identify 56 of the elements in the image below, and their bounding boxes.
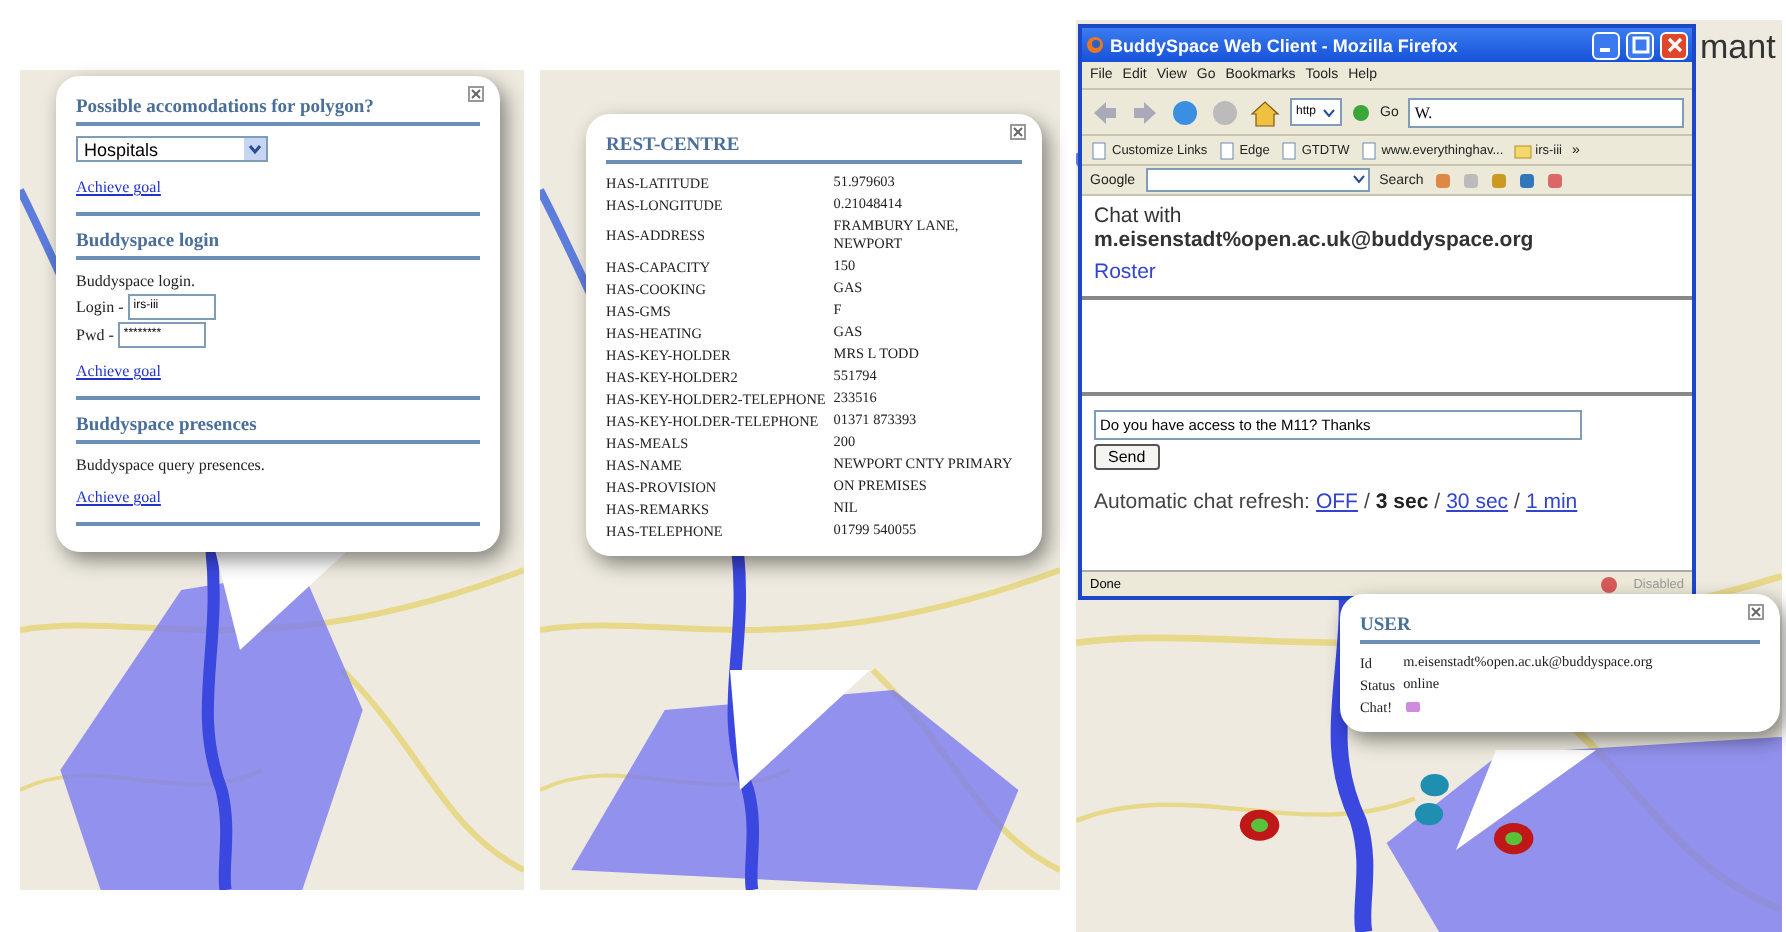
section-heading: Buddyspace presences [76,410,480,444]
page-icon [1090,141,1108,159]
google-search-field[interactable] [1145,168,1370,192]
achieve-goal-link[interactable]: Achieve goal [76,362,161,382]
page-icon [1279,141,1298,159]
back-icon[interactable] [1090,97,1120,127]
callout-pointer [1456,750,1596,850]
section-heading: Possible accomodations for polygon? [76,92,480,126]
map-marker-icon[interactable] [1239,809,1280,841]
contact-address: m.eisenstadt%open.ac.uk@buddyspace.org [1094,228,1536,252]
browser-logo-icon [1086,36,1104,54]
map-pin-icon[interactable] [1414,803,1444,826]
window-title: BuddySpace Web Client - Mozilla Firefox [1110,35,1460,55]
achieve-goal-link[interactable]: Achieve goal [76,488,161,508]
home-icon[interactable] [1250,97,1280,127]
send-button[interactable]: Send [1094,444,1160,470]
refresh-option[interactable]: OFF [1315,490,1358,514]
close-button[interactable] [1660,31,1688,59]
separator-slash: / [1363,490,1370,514]
popup-title: USER [1360,610,1760,644]
close-icon[interactable] [1010,124,1026,140]
chat-icon[interactable] [1403,698,1422,716]
separator-slash: / [1514,490,1520,514]
refresh-option[interactable]: 30 sec [1446,490,1509,514]
caret-icon [1349,170,1368,188]
page-heading: mant [1700,28,1776,68]
maximize-icon [1631,36,1649,54]
popup-title: REST-CENTRE [606,130,1022,164]
forward-icon[interactable] [1130,97,1160,127]
chat-heading: Chat with [1094,204,1184,228]
description-text: Buddyspace login. [76,270,198,292]
description-text: Buddyspace query presences. [76,454,267,476]
maximize-button[interactable] [1626,31,1654,59]
status-icon [1599,575,1618,593]
map-pin-icon[interactable] [1420,774,1449,797]
refresh-option[interactable]: 3 sec [1375,490,1429,514]
achieve-goal-link[interactable]: Achieve goal [76,178,161,198]
refresh-label: Automatic chat refresh: [1094,490,1310,514]
dropdown-caret-icon [244,138,266,160]
close-icon [1665,36,1683,54]
go-icon[interactable] [1352,103,1371,121]
search-field[interactable]: W. [1408,97,1684,127]
separator-slash: / [1434,490,1441,514]
folder-icon [1513,141,1532,159]
roster-link[interactable]: Roster [1094,260,1156,284]
section-heading: Buddyspace login [76,226,480,260]
refresh-option[interactable]: 1 min [1525,490,1578,514]
close-icon[interactable] [1748,604,1764,620]
category-dropdown[interactable]: Hospitals [76,136,268,162]
minimize-button[interactable] [1592,31,1620,59]
close-icon[interactable] [468,86,484,102]
field-label: Pwd - [76,326,114,344]
page-icon [1217,141,1236,159]
page-icon [1359,141,1378,159]
field-label: Login - [76,298,124,316]
map-marker-icon[interactable] [1493,823,1534,855]
